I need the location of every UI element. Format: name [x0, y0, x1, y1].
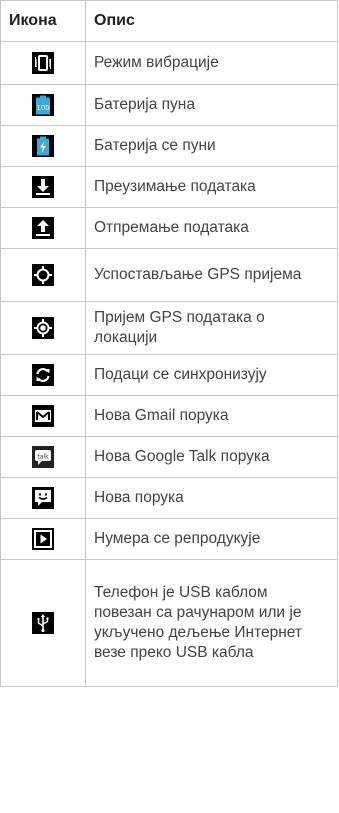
battery-level-text: 100 [36, 104, 49, 112]
table-row: Батерија се пуни [0, 125, 338, 167]
row-description: Отпремање података [85, 207, 338, 249]
row-description: Нова Gmail порука [85, 395, 338, 437]
message-icon [32, 487, 54, 509]
download-icon [32, 176, 54, 198]
status-icons-table: Икона Опис Режим вибрације 100 Батерија … [0, 0, 339, 813]
table-row: talk Нова Google Talk порука [0, 436, 338, 478]
row-description: Подаци се синхронизују [85, 354, 338, 396]
row-description: Нова Google Talk порука [85, 436, 338, 478]
table-header-row: Икона Опис [0, 0, 338, 42]
gmail-icon [32, 405, 54, 427]
table-row: Подаци се синхронизују [0, 354, 338, 396]
talk-badge-text: talk [37, 454, 49, 461]
battery-charging-icon [32, 135, 54, 157]
header-icon-column: Икона [0, 0, 86, 42]
row-description: Пријем GPS података о локацији [85, 301, 338, 355]
row-description: Нумера се репродукује [85, 518, 338, 560]
table-row: Нова Gmail порука [0, 395, 338, 437]
upload-icon [32, 217, 54, 239]
row-description: Батерија се пуни [85, 125, 338, 167]
gps-on-icon [32, 317, 54, 339]
row-description: Нова порука [85, 477, 338, 519]
table-row: Отпремање података [0, 207, 338, 249]
music-playing-icon [32, 528, 54, 550]
table-row: Нова порука [0, 477, 338, 519]
header-description-column: Опис [85, 0, 338, 42]
battery-full-icon: 100 [32, 94, 54, 116]
google-talk-icon: talk [32, 446, 54, 468]
row-description: Телефон је USB каблом повезан са рачунар… [85, 559, 338, 687]
table-row: Успостављање GPS пријема [0, 248, 338, 302]
row-description: Преузимање података [85, 166, 338, 208]
table-row: 100 Батерија пуна [0, 84, 338, 126]
table-row: Режим вибрације [0, 41, 338, 85]
table-row: Пријем GPS података о локацији [0, 301, 338, 355]
gps-acquiring-icon [32, 264, 54, 286]
usb-icon [32, 612, 54, 634]
table-row: Телефон је USB каблом повезан са рачунар… [0, 559, 338, 687]
row-description: Батерија пуна [85, 84, 338, 126]
sync-icon [32, 364, 54, 386]
vibrate-icon [32, 52, 54, 74]
table-row: Преузимање података [0, 166, 338, 208]
table-row: Нумера се репродукује [0, 518, 338, 560]
row-description: Режим вибрације [85, 41, 338, 85]
row-description: Успостављање GPS пријема [85, 248, 338, 302]
